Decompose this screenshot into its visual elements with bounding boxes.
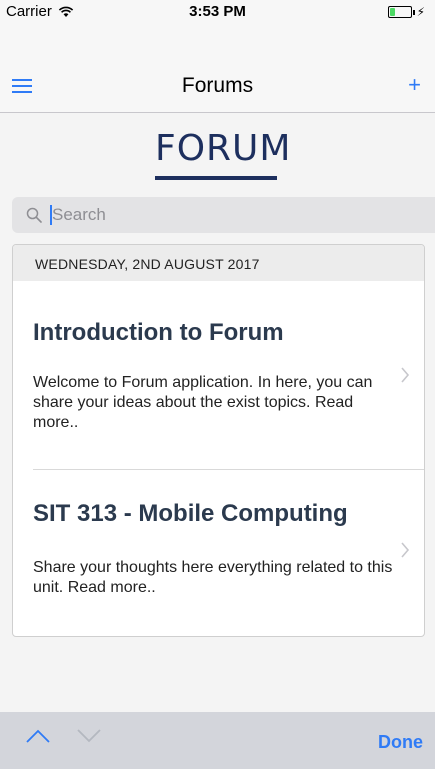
date-header-label: WEDNESDAY, 2ND AUGUST 2017 [35,256,260,272]
charging-bolt-icon: ⚡︎ [416,5,425,19]
navigation-bar: Forums + [0,26,435,113]
page-title: Forums [181,74,254,97]
list-item[interactable]: SIT 313 - Mobile Computing Share your th… [13,470,424,635]
topic-description: Share your thoughts here everything rela… [33,559,393,596]
chevron-up-icon[interactable] [26,729,50,743]
date-header: WEDNESDAY, 2ND AUGUST 2017 [13,245,424,281]
list-item[interactable]: Introduction to Forum Welcome to Forum a… [13,281,424,469]
forum-logo: FORUM [155,126,292,180]
chevron-right-icon [401,542,410,558]
search-input[interactable]: Search [12,197,435,233]
chevron-down-icon[interactable] [77,729,101,743]
logo-text: FORUM [155,128,292,169]
keyboard-toolbar: Done [0,712,435,769]
battery-level-fill [389,8,395,16]
battery-indicator: ⚡︎ [387,5,425,19]
topic-title: Introduction to Forum [33,319,284,346]
forum-topics-card: WEDNESDAY, 2ND AUGUST 2017 Introduction … [12,244,425,637]
status-bar: Carrier 3:53 PM ⚡︎ [0,0,435,26]
logo-underline [155,176,277,180]
search-placeholder: Search [52,205,106,224]
topic-title: SIT 313 - Mobile Computing [33,500,348,527]
battery-icon [387,6,412,18]
battery-tip [412,9,415,15]
add-forum-button[interactable]: + [408,72,421,98]
status-time: 3:53 PM [189,3,246,20]
search-icon [26,207,42,223]
topic-description: Welcome to Forum application. In here, y… [33,374,373,431]
done-button[interactable]: Done [378,732,423,753]
chevron-right-icon [401,367,410,383]
